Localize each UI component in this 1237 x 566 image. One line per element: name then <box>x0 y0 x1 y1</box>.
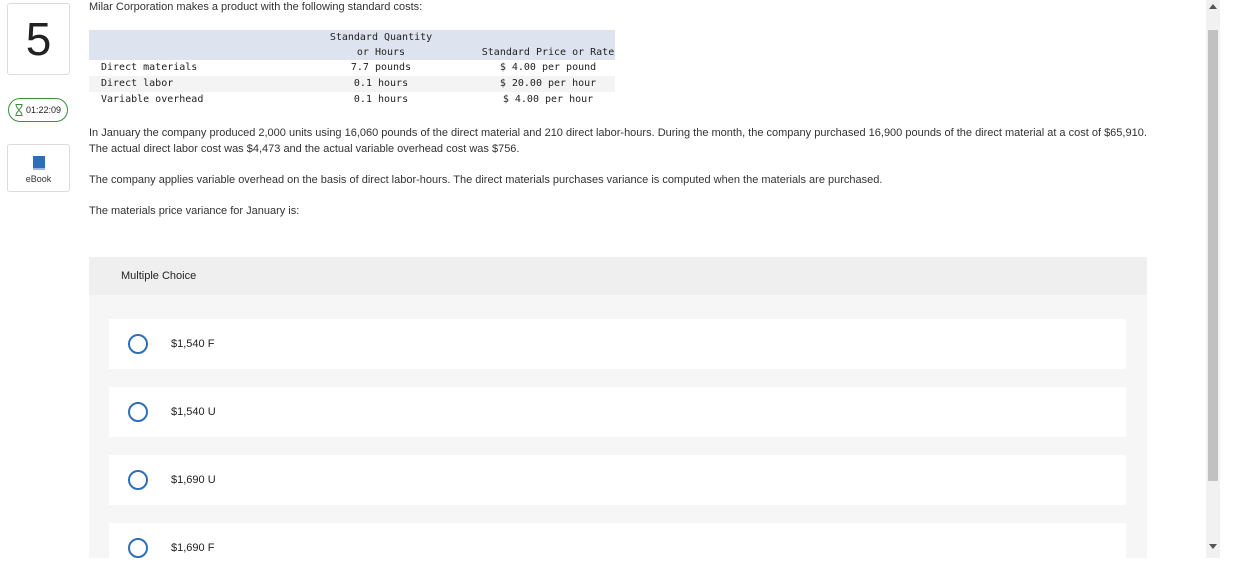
answer-option[interactable]: $1,690 U <box>109 455 1126 505</box>
cost-item: Variable overhead <box>101 94 204 105</box>
cost-rate: $ 4.00 per hour <box>502 94 594 105</box>
option-label: $1,540 F <box>171 338 215 350</box>
cost-item: Direct materials <box>101 62 198 73</box>
table-header-row-1: Standard Quantity <box>89 30 615 45</box>
table-row: Direct materials 7.7 pounds $ 4.00 per p… <box>89 60 615 76</box>
answer-option[interactable]: $1,540 F <box>109 319 1126 369</box>
question-prompt: The materials price variance for January… <box>89 205 300 217</box>
cost-quantity: 0.1 hours <box>281 76 481 92</box>
table-header-row-2: or Hours Standard Price or Rate <box>89 45 615 60</box>
radio-button[interactable] <box>128 334 148 354</box>
cost-rate: $ 4.00 per pound <box>499 62 597 73</box>
timer-badge[interactable]: 01:22:09 <box>8 98 68 122</box>
option-label: $1,690 U <box>171 474 216 486</box>
question-number: 5 <box>7 3 70 75</box>
answer-option[interactable]: $1,540 U <box>109 387 1126 437</box>
question-intro: Milar Corporation makes a product with t… <box>89 1 423 13</box>
answer-option[interactable]: $1,690 F <box>109 523 1126 558</box>
question-paragraph: In January the company produced 2,000 un… <box>89 127 1147 155</box>
radio-button[interactable] <box>128 402 148 422</box>
multiple-choice-label: Multiple Choice <box>121 270 197 282</box>
cost-quantity: 0.1 hours <box>353 94 409 105</box>
header-quantity-line2: or Hours <box>281 45 481 60</box>
header-price-rate: Standard Price or Rate <box>481 45 615 60</box>
hourglass-icon <box>15 104 23 116</box>
radio-button[interactable] <box>128 470 148 490</box>
cost-item: Direct labor <box>89 76 281 92</box>
table-row: Direct labor 0.1 hours $ 20.00 per hour <box>89 76 615 92</box>
option-label: $1,540 U <box>171 406 216 418</box>
timer-value: 01:22:09 <box>25 105 62 115</box>
scroll-down-arrow-icon[interactable] <box>1209 544 1217 549</box>
option-label: $1,690 F <box>171 542 215 554</box>
radio-button[interactable] <box>128 538 148 558</box>
scrollbar-thumb[interactable] <box>1208 30 1218 481</box>
cost-rate: $ 20.00 per hour <box>481 76 615 92</box>
cost-quantity: 7.7 pounds <box>350 62 412 73</box>
standard-costs-table: Standard Quantity or Hours Standard Pric… <box>89 30 615 108</box>
book-icon <box>32 155 45 170</box>
multiple-choice-header: Multiple Choice <box>89 257 1147 295</box>
question-paragraph: The company applies variable overhead on… <box>89 174 883 186</box>
answer-options: $1,540 F $1,540 U $1,690 U $1,690 F <box>89 295 1147 558</box>
header-quantity-line1: Standard Quantity <box>281 30 481 45</box>
ebook-label: eBook <box>25 173 52 184</box>
table-row: Variable overhead 0.1 hours $ 4.00 per h… <box>89 92 615 108</box>
scroll-up-arrow-icon[interactable] <box>1209 4 1217 9</box>
vertical-scrollbar[interactable] <box>1206 0 1220 558</box>
ebook-button[interactable]: eBook <box>7 144 70 192</box>
